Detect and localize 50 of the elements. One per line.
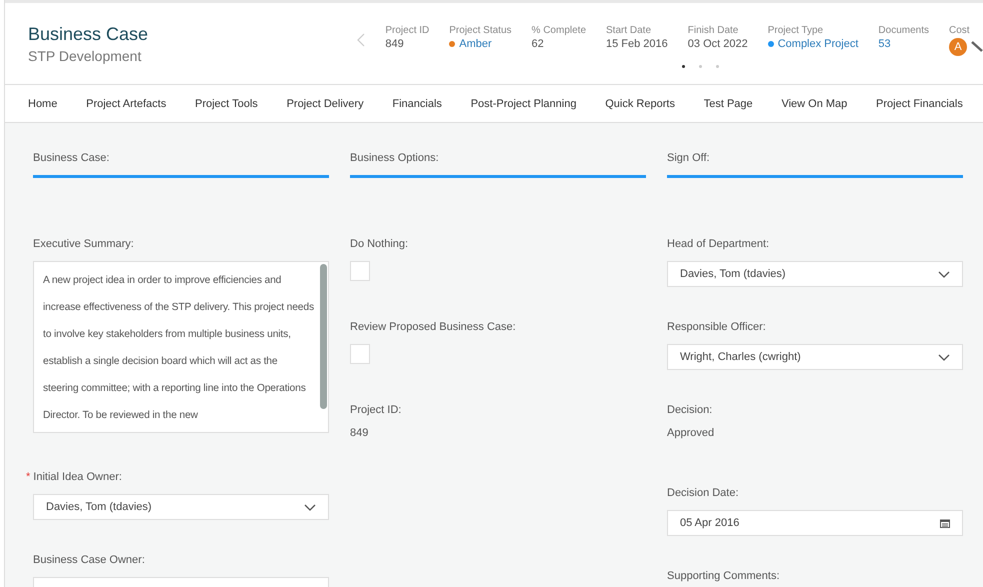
nav-link[interactable]: Project Financials	[876, 98, 963, 110]
required-asterisk: *	[26, 471, 30, 483]
date-field[interactable]: 05 Apr 2016	[667, 510, 963, 536]
metric-label: Project Status	[449, 25, 512, 36]
section-heading: Business Case:	[33, 152, 329, 178]
metric-label: Start Date	[606, 25, 652, 36]
metric-label: % Complete	[532, 25, 586, 36]
field-label: Review Proposed Business Case:	[350, 321, 516, 333]
field-label: Head of Department:	[667, 238, 770, 250]
metric-value: 15 Feb 2016	[606, 38, 668, 50]
field-value: Approved	[667, 427, 716, 439]
section-heading: Business Options:	[350, 152, 646, 178]
metric-label: Cost	[949, 25, 971, 36]
field-label: Executive Summary:	[33, 238, 134, 250]
nav-link[interactable]: Project Tools	[195, 98, 258, 110]
field-label: Decision Date:	[667, 487, 739, 499]
dropdown-field[interactable]: Davies, Tom (tdavies)	[33, 494, 329, 520]
metric-value: 03 Oct 2022	[688, 38, 748, 50]
nav-link[interactable]: Post-Project Planning	[470, 98, 576, 110]
cost-rating-badge: A	[949, 38, 967, 56]
documents-link[interactable]: 53	[878, 38, 891, 50]
metric-label: Project ID	[385, 25, 430, 36]
field-label: Supporting Comments:	[667, 570, 780, 582]
nav-link[interactable]: Financials	[392, 98, 442, 110]
metric-label: Documents	[878, 25, 929, 36]
section-heading: Sign Off:	[667, 152, 963, 178]
project-name: STP Development	[28, 48, 142, 64]
nav-link[interactable]: Test Page	[704, 98, 753, 110]
field-label: Initial Idea Owner:	[33, 471, 122, 483]
metric-label: Finish Date	[688, 25, 740, 36]
metric-value: 62	[532, 38, 544, 50]
field-label: Do Nothing:	[350, 238, 408, 250]
metric-label: Project Type	[768, 25, 824, 36]
dropdown-field[interactable]: Wright, Charles (cwright)	[667, 344, 963, 370]
field-label: Responsible Officer:	[667, 321, 766, 333]
nav-link[interactable]: Quick Reports	[605, 98, 675, 110]
metric-value: Complex Project	[778, 38, 858, 50]
metric-value: 849	[385, 38, 404, 50]
nav-link[interactable]: Project Delivery	[286, 98, 364, 110]
nav-link[interactable]: Project Artefacts	[86, 98, 166, 110]
field-label: Decision:	[667, 404, 712, 416]
summary-text: A new project idea in order to improve efficiencies and increase effectiveness of the STP delivery. This project needs to involve key stakeholders from multiple business units, establish a single decision board which will act as the steering committee; with a reporting line into the Operations Director. To be reviewed in the new	[42, 274, 315, 423]
nav-link[interactable]: View On Map	[781, 98, 848, 110]
field-value: 849	[350, 427, 370, 439]
metric-value: Amber	[459, 38, 492, 50]
field-label: Business Case Owner:	[33, 554, 145, 566]
field-label: Project ID:	[350, 404, 402, 416]
nav-link[interactable]: Home	[28, 98, 58, 110]
page-title: Business Case	[28, 24, 148, 45]
dropdown-field[interactable]: Davies, Tom (tdavies)	[667, 261, 963, 287]
